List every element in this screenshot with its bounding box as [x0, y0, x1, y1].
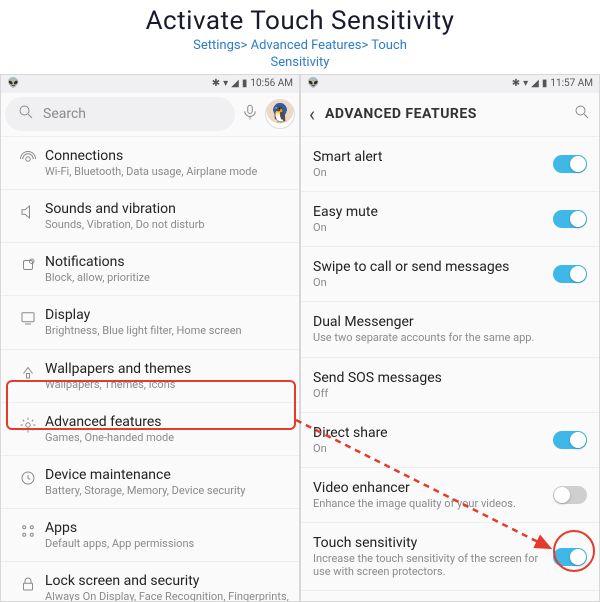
avatar[interactable]: 🐧	[265, 99, 295, 129]
wifi-icon: ▾	[523, 78, 528, 89]
row-easy-mute[interactable]: Easy muteOn	[301, 192, 599, 247]
row-video-enhancer[interactable]: Video enhancerEnhance the image quality …	[301, 468, 599, 523]
search-icon	[17, 103, 35, 125]
row-send-sos[interactable]: Send SOS messagesOff	[301, 358, 599, 413]
title-bar: ‹ ADVANCED FEATURES	[301, 93, 599, 137]
bluetooth-icon: ✱	[512, 78, 520, 89]
screen-title: ADVANCED FEATURES	[325, 106, 573, 122]
reddit-icon: 👽	[7, 78, 19, 89]
notifications-icon	[11, 254, 45, 284]
breadcrumb: Settings> Advanced Features> Touch Sensi…	[0, 38, 600, 72]
lock-icon	[11, 573, 45, 601]
row-notifications[interactable]: NotificationsBlock, allow, prioritize	[1, 243, 299, 296]
screen-advanced-features: 👽 ✱ ▾ ◢ ▮ 11:57 AM ‹ ADVANCED FEATURES S…	[300, 74, 600, 602]
row-display[interactable]: DisplayBrightness, Blue light filter, Ho…	[1, 296, 299, 349]
maintenance-icon	[11, 467, 45, 497]
toggle-smart-alert[interactable]	[553, 155, 587, 173]
wifi-icon: ▾	[223, 78, 228, 89]
back-button[interactable]: ‹	[309, 102, 315, 126]
row-device-maintenance[interactable]: Device maintenanceBattery, Storage, Memo…	[1, 456, 299, 509]
signal-icon: ◢	[231, 78, 239, 89]
settings-list: ConnectionsWi-Fi, Bluetooth, Data usage,…	[1, 137, 299, 601]
status-bar: 👽 ✱ ▾ ◢ ▮ 11:57 AM	[301, 75, 599, 93]
row-apps[interactable]: AppsDefault apps, App permissions	[1, 509, 299, 562]
toggle-video-enhancer[interactable]	[553, 486, 587, 504]
row-wallpapers[interactable]: Wallpapers and themesWallpapers, Themes,…	[1, 350, 299, 403]
apps-icon	[11, 520, 45, 550]
row-smart-alert[interactable]: Smart alertOn	[301, 137, 599, 192]
search-icon[interactable]	[573, 103, 591, 125]
reddit-icon: 👽	[307, 78, 319, 89]
search-bar: Search 🐧	[1, 93, 299, 137]
row-connections[interactable]: ConnectionsWi-Fi, Bluetooth, Data usage,…	[1, 137, 299, 190]
screen-settings: 👽 ✱ ▾ ◢ ▮ 10:56 AM Search 🐧	[0, 74, 300, 602]
status-time: 11:57 AM	[550, 78, 593, 89]
search-placeholder: Search	[43, 106, 86, 122]
toggle-touch-sensitivity[interactable]	[553, 548, 587, 566]
toggle-direct-share[interactable]	[553, 431, 587, 449]
wallpaper-icon	[11, 361, 45, 391]
status-bar: 👽 ✱ ▾ ◢ ▮ 10:56 AM	[1, 75, 299, 93]
row-touch-sensitivity[interactable]: Touch sensitivityIncrease the touch sens…	[301, 523, 599, 591]
toggle-swipe-call[interactable]	[553, 265, 587, 283]
toggle-easy-mute[interactable]	[553, 210, 587, 228]
battery-icon: ▮	[542, 78, 548, 89]
row-lock-screen[interactable]: Lock screen and securityAlways On Displa…	[1, 562, 299, 601]
row-direct-share[interactable]: Direct shareOn	[301, 413, 599, 468]
status-time: 10:56 AM	[250, 78, 293, 89]
sound-icon	[11, 201, 45, 231]
row-swipe-call[interactable]: Swipe to call or send messagesOn	[301, 247, 599, 302]
advanced-icon	[11, 414, 45, 444]
signal-icon: ◢	[531, 78, 539, 89]
bluetooth-icon: ✱	[212, 78, 220, 89]
features-list: Smart alertOn Easy muteOn Swipe to call …	[301, 137, 599, 601]
tutorial-header: Activate Touch Sensitivity Settings> Adv…	[0, 0, 600, 74]
battery-icon: ▮	[242, 78, 248, 89]
connections-icon	[11, 148, 45, 178]
row-dual-messenger[interactable]: Dual MessengerUse two separate accounts …	[301, 302, 599, 357]
row-sounds[interactable]: Sounds and vibrationSounds, Vibration, D…	[1, 190, 299, 243]
display-icon	[11, 307, 45, 337]
row-advanced-features[interactable]: Advanced featuresGames, One-handed mode	[1, 403, 299, 456]
mic-icon[interactable]	[241, 103, 259, 125]
search-input[interactable]: Search	[5, 97, 235, 131]
page-title: Activate Touch Sensitivity	[0, 6, 600, 36]
